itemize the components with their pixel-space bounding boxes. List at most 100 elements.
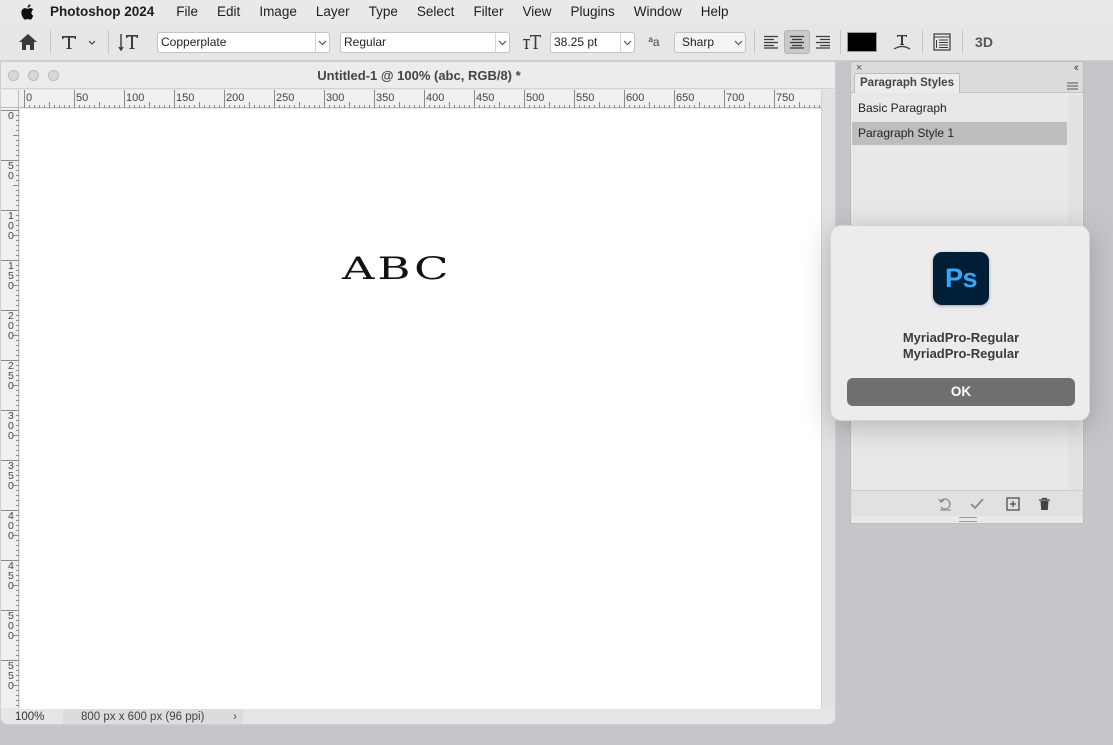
align-center-icon [790, 35, 804, 49]
menu-filter[interactable]: Filter [473, 4, 503, 19]
trash-icon[interactable] [1036, 496, 1052, 512]
ruler-label: 750 [776, 92, 794, 104]
menu-type[interactable]: Type [369, 4, 398, 19]
ruler-label: 0 [8, 580, 14, 592]
style-item-basic-paragraph[interactable]: Basic Paragraph [852, 97, 1067, 120]
warp-text-icon[interactable] [890, 31, 914, 53]
antialias-value: Sharp [682, 35, 715, 49]
menu-view[interactable]: View [522, 4, 551, 19]
ruler-label: 0 [8, 330, 14, 342]
antialias-icon-glyph: ªa [648, 35, 660, 49]
menu-help[interactable]: Help [701, 4, 729, 19]
ruler-label: 250 [276, 92, 294, 104]
ruler-label: 700 [726, 92, 744, 104]
separator [754, 30, 755, 54]
vertical-ruler-marks: 050100150200250300350400450500550 [1, 110, 19, 706]
font-family-select[interactable]: Copperplate [157, 32, 330, 53]
font-size-value: 38.25 pt [554, 35, 598, 49]
photoshop-app-icon: Ps [933, 252, 989, 305]
ruler-label: 150 [176, 92, 194, 104]
ruler-label: 550 [576, 92, 594, 104]
checkmark-icon[interactable] [969, 496, 985, 512]
ruler-label: 0 [8, 280, 14, 292]
ruler-origin[interactable] [1, 90, 19, 108]
antialias-select[interactable]: Sharp [674, 32, 746, 53]
ruler-label: 0 [8, 430, 14, 442]
3d-label: 3D [975, 34, 993, 50]
zoom-level[interactable]: 100% [15, 711, 44, 723]
panel-header: × ‹‹ Paragraph Styles [851, 62, 1083, 93]
font-size-input[interactable]: 38.25 pt [550, 32, 635, 53]
font-family-value: Copperplate [161, 35, 227, 49]
options-bar: Copperplate Regular 38.25 pt ªa Sharp 3D [0, 23, 1113, 61]
align-left-button[interactable] [759, 31, 783, 53]
character-paragraph-panels-icon[interactable] [930, 31, 954, 53]
menu-file[interactable]: File [176, 4, 198, 19]
photoshop-icon-text: Ps [944, 263, 978, 293]
text-color-swatch[interactable] [847, 32, 877, 52]
ruler-label: 450 [476, 92, 494, 104]
tab-paragraph-styles[interactable]: Paragraph Styles [854, 73, 960, 93]
align-right-button[interactable] [811, 31, 835, 53]
ruler-label: 0 [8, 680, 14, 692]
panel-resize-grip[interactable] [959, 517, 977, 522]
close-window-button[interactable] [8, 70, 19, 81]
align-left-icon [764, 35, 778, 49]
ruler-label: 400 [426, 92, 444, 104]
ruler-label: 0 [8, 170, 14, 182]
collapse-panel-icon[interactable]: ‹‹ [1074, 62, 1080, 74]
ruler-label: 100 [126, 92, 144, 104]
minimize-window-button[interactable] [28, 70, 39, 81]
menu-edit[interactable]: Edit [217, 4, 240, 19]
ruler-label: 0 [8, 630, 14, 642]
zoom-window-button[interactable] [48, 70, 59, 81]
clear-override-icon[interactable] [937, 496, 953, 512]
align-right-icon [816, 35, 830, 49]
ruler-label: 0 [8, 230, 14, 242]
align-center-button[interactable] [784, 30, 810, 54]
type-tool-preset-picker[interactable] [58, 31, 96, 53]
font-size-icon [520, 31, 544, 53]
horizontal-ruler[interactable]: 0 50 100 150 200 250 300 350 400 450 500 550 600 650 7… [19, 90, 821, 108]
separator [108, 30, 109, 54]
ok-button[interactable]: OK [847, 378, 1075, 406]
ruler-label: 600 [626, 92, 644, 104]
panel-menu-icon[interactable] [1067, 77, 1078, 95]
canvas-text-layer[interactable]: ABC [342, 251, 451, 287]
font-style-select[interactable]: Regular [340, 32, 510, 53]
ruler-label: 350 [376, 92, 394, 104]
separator [840, 30, 841, 54]
document-title-bar[interactable]: Untitled-1 @ 100% (abc, RGB/8) * [1, 62, 835, 89]
menu-plugins[interactable]: Plugins [570, 4, 614, 19]
menu-image[interactable]: Image [259, 4, 297, 19]
ruler-label: 50 [76, 92, 88, 104]
document-title: Untitled-1 @ 100% (abc, RGB/8) * [317, 67, 521, 83]
font-style-value: Regular [344, 35, 387, 49]
chevron-down-icon [315, 33, 329, 52]
horizontal-ruler-marks: 0 50 100 150 200 250 300 350 400 450 500 550 600 650 7… [24, 90, 820, 108]
menu-select[interactable]: Select [417, 4, 455, 19]
document-canvas[interactable]: ABC [20, 109, 821, 709]
ruler-label: 200 [226, 92, 244, 104]
apple-logo-icon[interactable] [18, 2, 38, 22]
dialog-message-line-2: MyriadPro-Regular [902, 346, 1020, 361]
menu-bar: Photoshop 2024 File Edit Image Layer Typ… [0, 0, 1113, 23]
home-icon[interactable] [16, 31, 40, 53]
style-item-paragraph-style-1[interactable]: Paragraph Style 1 [852, 122, 1067, 145]
status-menu-arrow-icon[interactable]: › [233, 711, 237, 723]
3d-button[interactable]: 3D [971, 31, 997, 53]
menu-window[interactable]: Window [634, 4, 682, 19]
type-tool-icon [62, 36, 95, 49]
separator [50, 30, 51, 54]
ruler-label: 650 [676, 92, 694, 104]
app-name-menu[interactable]: Photoshop 2024 [50, 4, 154, 19]
new-style-icon[interactable] [1005, 496, 1021, 512]
text-orientation-toggle-icon[interactable] [117, 31, 141, 53]
separator [962, 30, 963, 54]
menu-layer[interactable]: Layer [316, 4, 350, 19]
document-info[interactable]: 800 px x 600 px (96 ppi) [81, 711, 204, 723]
ruler-label: 0 [8, 480, 14, 492]
alert-dialog: Ps MyriadPro-Regular MyriadPro-Regular O… [830, 225, 1090, 421]
ruler-label: 0 [8, 110, 14, 122]
vertical-ruler[interactable]: 050100150200250300350400450500550 [1, 108, 19, 708]
